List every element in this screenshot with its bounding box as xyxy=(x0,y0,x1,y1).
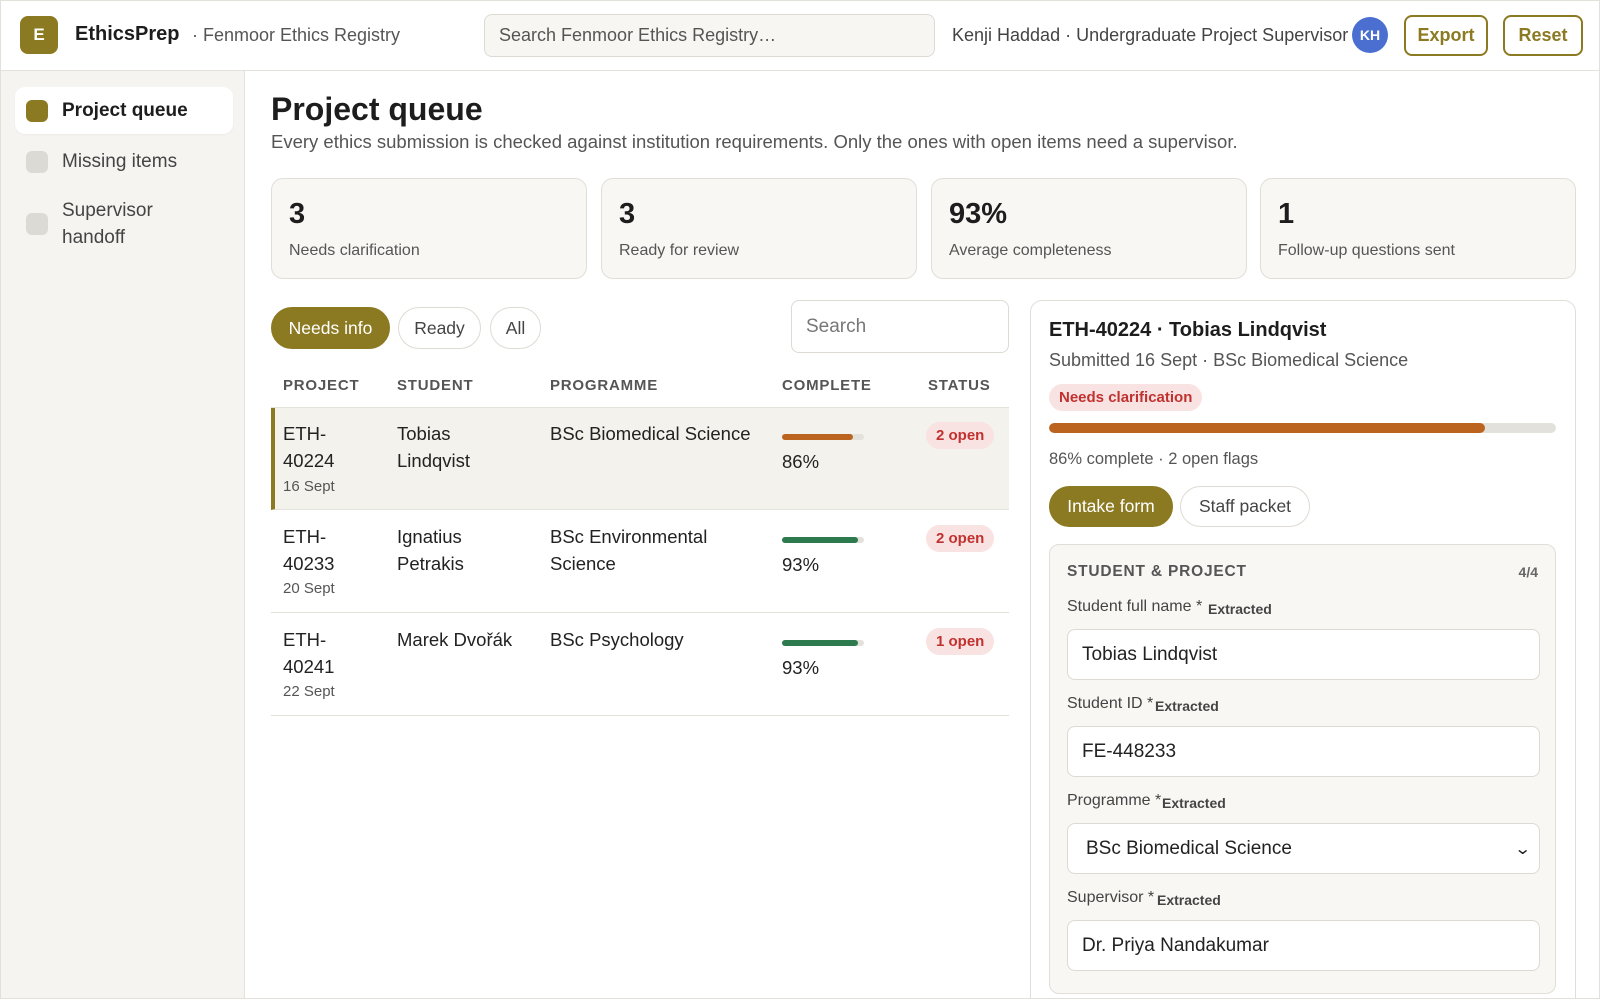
programme-label: Programme * xyxy=(1067,792,1162,809)
stat-value: 93% xyxy=(949,198,1008,230)
stat-label: Follow-up questions sent xyxy=(1278,242,1455,259)
programme-name: BSc Psychology xyxy=(550,629,684,650)
completion-bar xyxy=(782,537,864,543)
student-name-field[interactable]: Tobias Lindqvist xyxy=(1067,629,1540,680)
stat-label: Ready for review xyxy=(619,242,740,259)
status-badge: 2 open xyxy=(926,422,995,449)
project-id: ETH- 40241 xyxy=(283,629,335,677)
sidebar-item-supervisor-handoff[interactable]: Supervisor handoff xyxy=(15,197,233,257)
app-logo: E xyxy=(20,16,58,54)
detail-progress-meta: 86% complete · 2 open flags xyxy=(1049,450,1259,468)
page-title: Project queue xyxy=(271,91,483,127)
status-badge: 2 open xyxy=(926,525,995,552)
student-project-section: STUDENT & PROJECT 4/4 Student full name … xyxy=(1049,544,1556,994)
stat-label: Needs clarification xyxy=(289,242,420,259)
extracted-tag: Extracted xyxy=(1157,892,1221,908)
extracted-tag: Extracted xyxy=(1208,601,1272,617)
submitted-date: 20 Sept xyxy=(283,580,335,597)
project-id: ETH- 40224 xyxy=(283,423,335,471)
stat-card-needs-clarification: 3 Needs clarification xyxy=(271,178,587,279)
detail-subtitle: Submitted 16 Sept · BSc Biomedical Scien… xyxy=(1049,350,1409,370)
student-name-label: Student full name * xyxy=(1067,598,1203,615)
export-button[interactable]: Export xyxy=(1404,15,1488,56)
detail-progress-fill xyxy=(1049,423,1486,433)
sidebar-item-project-queue[interactable]: Project queue xyxy=(15,87,233,134)
column-header-project: PROJECT xyxy=(283,377,360,394)
column-header-status: STATUS xyxy=(928,377,991,394)
completion-bar-fill xyxy=(782,537,859,543)
submission-detail-panel: ETH-40224 · Tobias Lindqvist Submitted 1… xyxy=(1030,300,1576,998)
tab-staff-packet[interactable]: Staff packet xyxy=(1180,486,1310,527)
detail-status-badge: Needs clarification xyxy=(1049,384,1203,411)
section-count: 4/4 xyxy=(1518,564,1538,580)
stat-value: 1 xyxy=(1278,198,1295,230)
completion-percent: 93% xyxy=(782,554,820,575)
chevron-down-icon: ⌄ xyxy=(1513,840,1532,858)
completion-bar-fill xyxy=(782,640,859,646)
student-id-label: Student ID * xyxy=(1067,695,1154,712)
table-row[interactable]: ETH- 40224 16 Sept Tobias Lindqvist BSc Bi… xyxy=(271,408,1009,510)
detail-progress-bar xyxy=(1049,423,1556,433)
completion-bar-fill xyxy=(782,434,853,440)
column-header-student: STUDENT xyxy=(397,377,474,394)
filter-needs-info[interactable]: Needs info xyxy=(271,307,390,349)
programme-name: BSc Biomedical Science xyxy=(550,423,751,444)
completion-bar xyxy=(782,640,864,646)
project-id: ETH- 40233 xyxy=(283,526,335,574)
stat-value: 3 xyxy=(289,198,306,230)
tab-intake-form[interactable]: Intake form xyxy=(1049,486,1173,527)
column-header-programme: PROGRAMME xyxy=(550,377,659,394)
completion-percent: 86% xyxy=(782,451,820,472)
student-name: Marek Dvořák xyxy=(397,629,513,650)
supervisor-field[interactable]: Dr. Priya Nandakumar xyxy=(1067,920,1540,971)
stat-card-average-completeness: 93% Average completeness xyxy=(931,178,1247,279)
table-row[interactable]: ETH- 40241 22 Sept Marek Dvořák BSc Psych… xyxy=(271,614,1009,716)
filter-ready[interactable]: Ready xyxy=(398,307,481,349)
sidebar-item-label: Project queue xyxy=(62,100,188,121)
top-bar: E EthicsPrep · Fenmoor Ethics Registry S… xyxy=(1,1,1599,71)
stat-card-ready-for-review: 3 Ready for review xyxy=(601,178,917,279)
registry-name: · Fenmoor Ethics Registry xyxy=(192,25,401,45)
section-title: STUDENT & PROJECT xyxy=(1067,563,1247,580)
sidebar-item-label: Missing items xyxy=(62,151,178,172)
student-name: Tobias Lindqvist xyxy=(397,423,471,471)
supervisor-label: Supervisor * xyxy=(1067,889,1155,906)
page-subtitle: Every ethics submission is checked again… xyxy=(271,131,1238,152)
app-name: EthicsPrep xyxy=(75,23,180,45)
extracted-tag: Extracted xyxy=(1162,795,1226,811)
sidebar-item-missing-items[interactable]: Missing items xyxy=(15,138,233,185)
programme-select[interactable]: BSc Biomedical Science ⌄ xyxy=(1067,823,1540,874)
stat-card-follow-up-questions: 1 Follow-up questions sent xyxy=(1260,178,1576,279)
global-search-input[interactable]: Search Fenmoor Ethics Registry… xyxy=(484,14,935,57)
completion-percent: 93% xyxy=(782,657,820,678)
extracted-tag: Extracted xyxy=(1155,698,1219,714)
app-window: E EthicsPrep · Fenmoor Ethics Registry S… xyxy=(0,0,1600,999)
missing-items-icon xyxy=(26,150,48,173)
table-search-input[interactable]: Search xyxy=(791,300,1009,353)
completion-bar xyxy=(782,434,864,440)
student-name: Ignatius Petrakis xyxy=(397,526,464,574)
submitted-date: 22 Sept xyxy=(283,683,335,700)
programme-name: BSc Environmental Science xyxy=(550,526,708,574)
student-id-field[interactable]: FE-448233 xyxy=(1067,726,1540,777)
table-row[interactable]: ETH- 40233 20 Sept Ignatius Petrakis BSc E… xyxy=(271,511,1009,613)
detail-title: ETH-40224 · Tobias Lindqvist xyxy=(1049,319,1327,341)
stat-label: Average completeness xyxy=(949,242,1112,259)
sidebar: Project queue Missing items Supervisor h… xyxy=(1,71,245,998)
avatar[interactable]: KH xyxy=(1352,17,1388,53)
supervisor-handoff-icon xyxy=(26,213,48,235)
programme-select-value: BSc Biomedical Science xyxy=(1086,837,1292,859)
status-badge: 1 open xyxy=(926,628,995,655)
submitted-date: 16 Sept xyxy=(283,478,335,495)
project-queue-icon xyxy=(26,99,48,122)
filter-all[interactable]: All xyxy=(490,307,541,349)
reset-button[interactable]: Reset xyxy=(1503,15,1583,56)
stat-value: 3 xyxy=(619,198,636,230)
current-user-label: Kenji Haddad · Undergraduate Project Sup… xyxy=(952,25,1349,45)
column-header-complete: COMPLETE xyxy=(782,377,872,394)
sidebar-item-label: Supervisor handoff xyxy=(62,200,153,248)
